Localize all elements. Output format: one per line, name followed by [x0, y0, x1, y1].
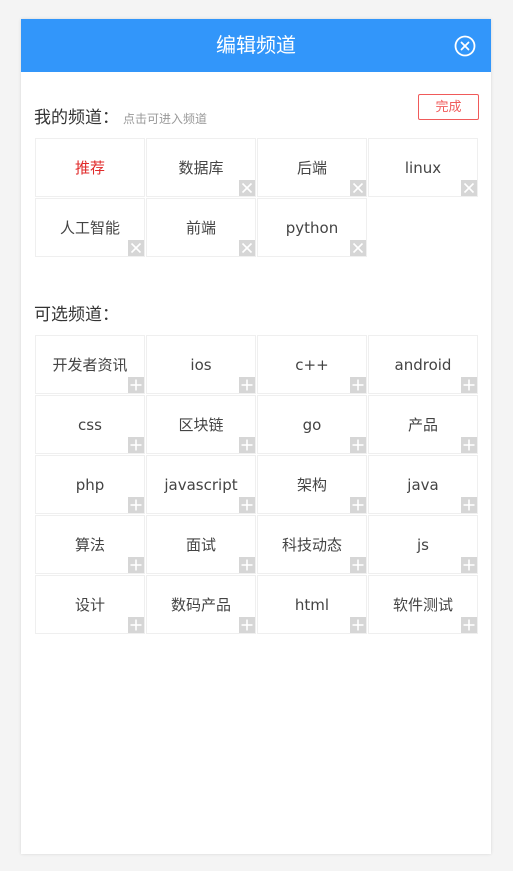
my-channels-hint: 点击可进入频道 — [123, 112, 208, 126]
channel-item[interactable]: js — [368, 515, 478, 574]
channel-item[interactable]: 区块链 — [146, 395, 256, 454]
add-channel-button[interactable] — [461, 557, 477, 573]
add-channel-button[interactable] — [350, 557, 366, 573]
channel-item[interactable]: 科技动态 — [257, 515, 367, 574]
add-plus-icon — [130, 619, 142, 631]
add-plus-icon — [463, 379, 475, 391]
edit-channel-panel: 编辑频道 我的频道： 点击可进入频道 完成 推荐 数据库 后端 linux 人工智能 前端 p… — [21, 19, 491, 854]
add-plus-icon — [352, 379, 364, 391]
add-channel-button[interactable] — [239, 617, 255, 633]
my-channels-title: 我的频道： — [34, 108, 119, 128]
add-plus-icon — [241, 499, 253, 511]
channel-label: 推荐 — [74, 159, 105, 177]
add-channel-button[interactable] — [128, 437, 144, 453]
add-channel-button[interactable] — [461, 437, 477, 453]
channel-item[interactable]: css — [35, 395, 145, 454]
channel-item[interactable]: java — [368, 455, 478, 514]
remove-channel-button[interactable] — [239, 240, 255, 256]
add-channel-button[interactable] — [239, 377, 255, 393]
add-plus-icon — [130, 439, 142, 451]
add-plus-icon — [352, 499, 364, 511]
add-channel-button[interactable] — [350, 617, 366, 633]
add-plus-icon — [463, 619, 475, 631]
remove-x-icon — [241, 182, 253, 194]
remove-x-icon — [352, 182, 364, 194]
add-plus-icon — [241, 439, 253, 451]
close-button[interactable] — [454, 35, 476, 57]
add-channel-button[interactable] — [239, 437, 255, 453]
panel-header: 编辑频道 — [21, 19, 491, 72]
add-channel-button[interactable] — [239, 557, 255, 573]
channel-item[interactable]: 开发者资讯 — [35, 335, 145, 394]
add-channel-button[interactable] — [461, 377, 477, 393]
channel-item[interactable]: 后端 — [257, 138, 367, 197]
channel-item[interactable]: 数码产品 — [146, 575, 256, 634]
add-plus-icon — [352, 619, 364, 631]
remove-channel-button[interactable] — [128, 240, 144, 256]
channel-item[interactable]: 数据库 — [146, 138, 256, 197]
remove-x-icon — [241, 242, 253, 254]
add-channel-button[interactable] — [461, 497, 477, 513]
my-channels-heading: 我的频道： 点击可进入频道 — [34, 103, 207, 128]
add-plus-icon — [130, 499, 142, 511]
add-plus-icon — [352, 439, 364, 451]
add-channel-button[interactable] — [128, 617, 144, 633]
remove-channel-button[interactable] — [350, 180, 366, 196]
add-channel-button[interactable] — [461, 617, 477, 633]
add-plus-icon — [241, 379, 253, 391]
channel-item[interactable]: html — [257, 575, 367, 634]
optional-channels-title: 可选频道： — [34, 305, 119, 325]
add-plus-icon — [241, 619, 253, 631]
channel-item[interactable]: 前端 — [146, 198, 256, 257]
add-channel-button[interactable] — [350, 377, 366, 393]
channel-item[interactable]: 产品 — [368, 395, 478, 454]
add-plus-icon — [463, 439, 475, 451]
add-plus-icon — [463, 559, 475, 571]
channel-item[interactable]: 人工智能 — [35, 198, 145, 257]
add-channel-button[interactable] — [239, 497, 255, 513]
channel-item[interactable]: ios — [146, 335, 256, 394]
remove-x-icon — [352, 242, 364, 254]
channel-item[interactable]: 设计 — [35, 575, 145, 634]
channel-item[interactable]: 软件测试 — [368, 575, 478, 634]
remove-channel-button[interactable] — [239, 180, 255, 196]
optional-channels-heading: 可选频道： — [34, 300, 119, 325]
add-channel-button[interactable] — [128, 557, 144, 573]
channel-item[interactable]: go — [257, 395, 367, 454]
channel-item[interactable]: 推荐 — [35, 138, 145, 197]
add-plus-icon — [130, 559, 142, 571]
add-plus-icon — [352, 559, 364, 571]
channel-item[interactable]: php — [35, 455, 145, 514]
close-circle-icon — [454, 35, 476, 57]
add-plus-icon — [241, 559, 253, 571]
channel-item[interactable]: android — [368, 335, 478, 394]
remove-channel-button[interactable] — [350, 240, 366, 256]
channel-item[interactable]: javascript — [146, 455, 256, 514]
channel-item[interactable]: c++ — [257, 335, 367, 394]
add-channel-button[interactable] — [128, 377, 144, 393]
channel-item[interactable]: linux — [368, 138, 478, 197]
add-plus-icon — [130, 379, 142, 391]
channel-item[interactable]: 架构 — [257, 455, 367, 514]
optional-channels-grid: 开发者资讯 ios c++ android css 区块链 go 产品 php javascrip… — [35, 335, 479, 635]
add-channel-button[interactable] — [128, 497, 144, 513]
done-button[interactable]: 完成 — [418, 94, 479, 120]
remove-channel-button[interactable] — [461, 180, 477, 196]
channel-item[interactable]: 面试 — [146, 515, 256, 574]
add-channel-button[interactable] — [350, 437, 366, 453]
add-channel-button[interactable] — [350, 497, 366, 513]
remove-x-icon — [130, 242, 142, 254]
panel-title: 编辑频道 — [216, 33, 296, 57]
add-plus-icon — [463, 499, 475, 511]
my-channels-grid: 推荐 数据库 后端 linux 人工智能 前端 python — [35, 138, 479, 258]
remove-x-icon — [463, 182, 475, 194]
channel-item[interactable]: python — [257, 198, 367, 257]
channel-item[interactable]: 算法 — [35, 515, 145, 574]
